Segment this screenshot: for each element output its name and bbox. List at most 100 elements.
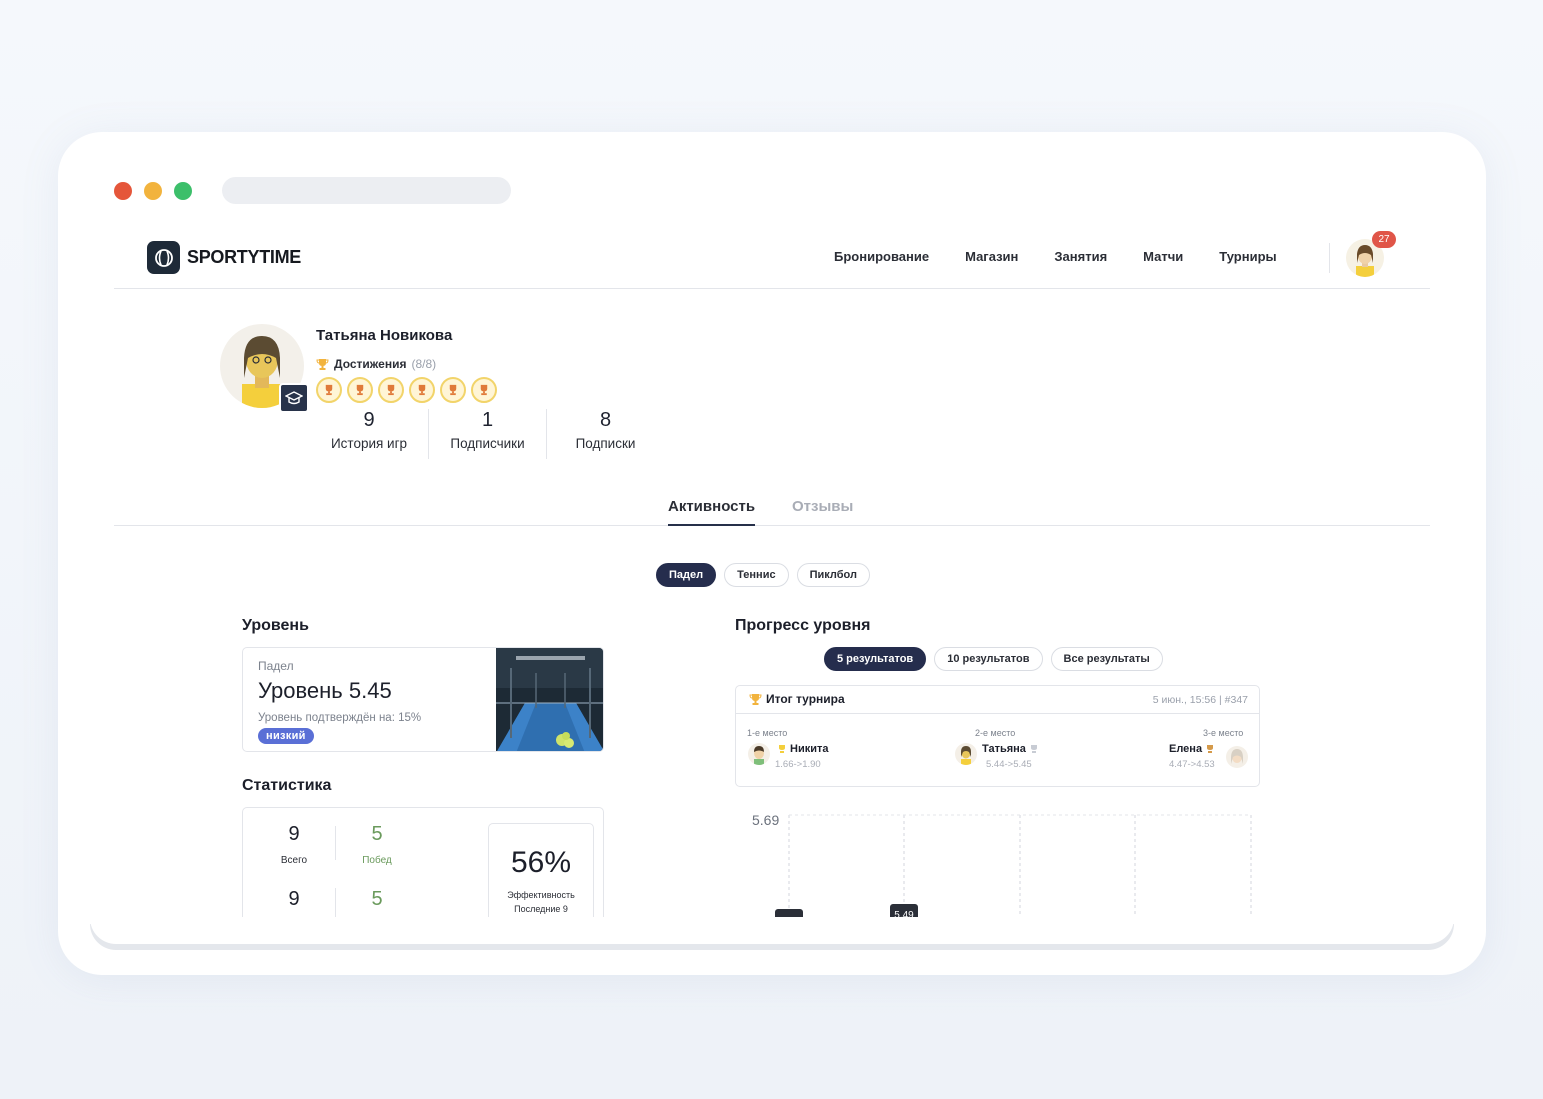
silver-trophy-icon (1030, 745, 1037, 753)
achievement-medal-icon[interactable] (347, 377, 373, 403)
place-first-label: 1-е место (747, 728, 788, 738)
stat-following[interactable]: 8 Подписки (546, 409, 664, 459)
achievement-medal-icon[interactable] (409, 377, 435, 403)
app-content: SPORTYTIME Бронирование Магазин Занятия … (114, 227, 1430, 917)
y-axis-tick-label: 5.69 (752, 812, 779, 828)
logo-icon (147, 241, 180, 274)
stat-total-label: Всего (280, 855, 308, 866)
stat-total-second: 9 (288, 888, 300, 910)
achievements-count: (8/8) (411, 357, 437, 371)
level-sport: Падел (258, 659, 294, 673)
tournament-header: Итог турнира 5 июн., 15:56 | #347 (736, 686, 1259, 714)
main-nav: Бронирование Магазин Занятия Матчи Турни… (834, 249, 1277, 264)
tournament-card[interactable]: Итог турнира 5 июн., 15:56 | #347 1-е ме… (735, 685, 1260, 787)
stat-games[interactable]: 9 История игр (310, 409, 428, 459)
achievement-medal-icon[interactable] (471, 377, 497, 403)
stat-followers-value: 1 (481, 409, 494, 431)
progress-heading: Прогресс уровня (735, 617, 871, 634)
chart-point-label[interactable]: 5.49 (890, 904, 918, 917)
tournament-meta: 5 июн., 15:56 | #347 (1152, 694, 1248, 706)
player-avatar (748, 743, 770, 765)
player-second-delta: 5.44->5.45 (986, 759, 1032, 770)
maximize-dot[interactable] (174, 182, 192, 200)
player-first-name-row: Никита (777, 743, 828, 755)
level-heading: Уровень (242, 617, 309, 634)
stat-following-value: 8 (599, 409, 612, 431)
address-bar[interactable] (222, 177, 511, 204)
statistics-heading: Статистика (242, 777, 332, 794)
achievement-medal-icon[interactable] (440, 377, 466, 403)
efficiency-label: Эффективность (507, 890, 575, 900)
nav-classes[interactable]: Занятия (1054, 249, 1107, 264)
nav-matches[interactable]: Матчи (1143, 249, 1183, 264)
minimize-dot[interactable] (144, 182, 162, 200)
profile-stats: 9 История игр 1 Подписчики 8 Подписки (310, 409, 664, 459)
gold-trophy-icon (779, 745, 785, 753)
achievement-medal-icon[interactable] (378, 377, 404, 403)
achievement-medal-icon[interactable] (316, 377, 342, 403)
stat-games-value: 9 (363, 409, 375, 431)
sport-tennis[interactable]: Теннис (724, 563, 789, 587)
level-card[interactable]: Падел Уровень 5.45 Уровень подтверждён н… (242, 647, 604, 752)
window-controls (114, 182, 192, 200)
results-filter: 5 результатов 10 результатов Все результ… (824, 647, 1163, 671)
player-first-name: Никита (790, 743, 829, 755)
player-third-name-row: Елена (1169, 743, 1215, 755)
stat-wins-second: 5 (371, 888, 383, 910)
close-dot[interactable] (114, 182, 132, 200)
stat-wins-label: Побед (362, 855, 392, 866)
browser-window: SPORTYTIME Бронирование Магазин Занятия … (58, 132, 1486, 975)
chart-point-label[interactable] (775, 909, 803, 917)
stat-total: 9 (288, 823, 300, 845)
sport-padel[interactable]: Падел (656, 563, 717, 587)
player-first-delta: 1.66->1.90 (775, 759, 821, 770)
top-header: SPORTYTIME Бронирование Магазин Занятия … (114, 227, 1430, 289)
player-avatar (1226, 746, 1248, 768)
level-progress-chart: 5.69 5.49 (752, 812, 1252, 917)
filter-10-results[interactable]: 10 результатов (934, 647, 1043, 671)
sport-filter: Падел Теннис Пиклбол (656, 563, 870, 587)
efficiency-value: 56% (510, 846, 572, 879)
profile-tabs: Активность Отзывы (114, 491, 1430, 526)
stat-divider-second (335, 888, 336, 917)
trophy-icon (749, 693, 762, 705)
efficiency-box: 56% Эффективность Последние 9 (488, 823, 594, 917)
player-second-name-row: Татьяна (982, 743, 1039, 755)
logo[interactable]: SPORTYTIME (147, 241, 301, 274)
notification-badge: 27 (1372, 231, 1396, 248)
stat-wins: 5 (371, 823, 383, 845)
nav-shop[interactable]: Магазин (965, 249, 1018, 264)
svg-text:5.49: 5.49 (894, 910, 914, 917)
stat-followers[interactable]: 1 Подписчики (428, 409, 546, 459)
efficiency-sub: Последние 9 (514, 904, 568, 914)
achievements-row[interactable]: Достижения (8/8) (316, 357, 436, 371)
window-bottom-edge (90, 918, 1454, 944)
court-image (496, 648, 603, 751)
level-badge: низкий (258, 728, 314, 744)
medals-row (316, 377, 497, 403)
sport-pickleball[interactable]: Пиклбол (796, 563, 870, 587)
tournament-title-row: Итог турнира (749, 692, 845, 706)
filter-all-results[interactable]: Все результаты (1050, 647, 1163, 671)
trophy-icon (316, 358, 329, 370)
stat-following-label: Подписки (575, 436, 636, 451)
place-second-label: 2-е место (975, 728, 1016, 738)
player-third-delta: 4.47->4.53 (1169, 759, 1215, 770)
bronze-trophy-icon (1207, 745, 1214, 753)
tab-activity[interactable]: Активность (668, 498, 756, 526)
stat-divider (335, 826, 336, 860)
stat-followers-label: Подписчики (450, 436, 525, 451)
profile-name: Татьяна Новикова (316, 327, 453, 344)
tab-reviews[interactable]: Отзывы (792, 498, 853, 515)
filter-5-results[interactable]: 5 результатов (824, 647, 927, 671)
player-third-name: Елена (1169, 743, 1203, 755)
coach-icon (279, 383, 309, 413)
nav-booking[interactable]: Бронирование (834, 249, 929, 264)
stat-games-label: История игр (330, 436, 408, 451)
tournament-title: Итог турнира (766, 692, 845, 706)
nav-divider (1329, 243, 1330, 273)
nav-tournaments[interactable]: Турниры (1219, 249, 1276, 264)
place-third-label: 3-е место (1203, 728, 1244, 738)
player-avatar (955, 743, 977, 765)
statistics-card: 9 Всего 5 Побед 9 5 56% Эффективность По… (242, 807, 604, 917)
